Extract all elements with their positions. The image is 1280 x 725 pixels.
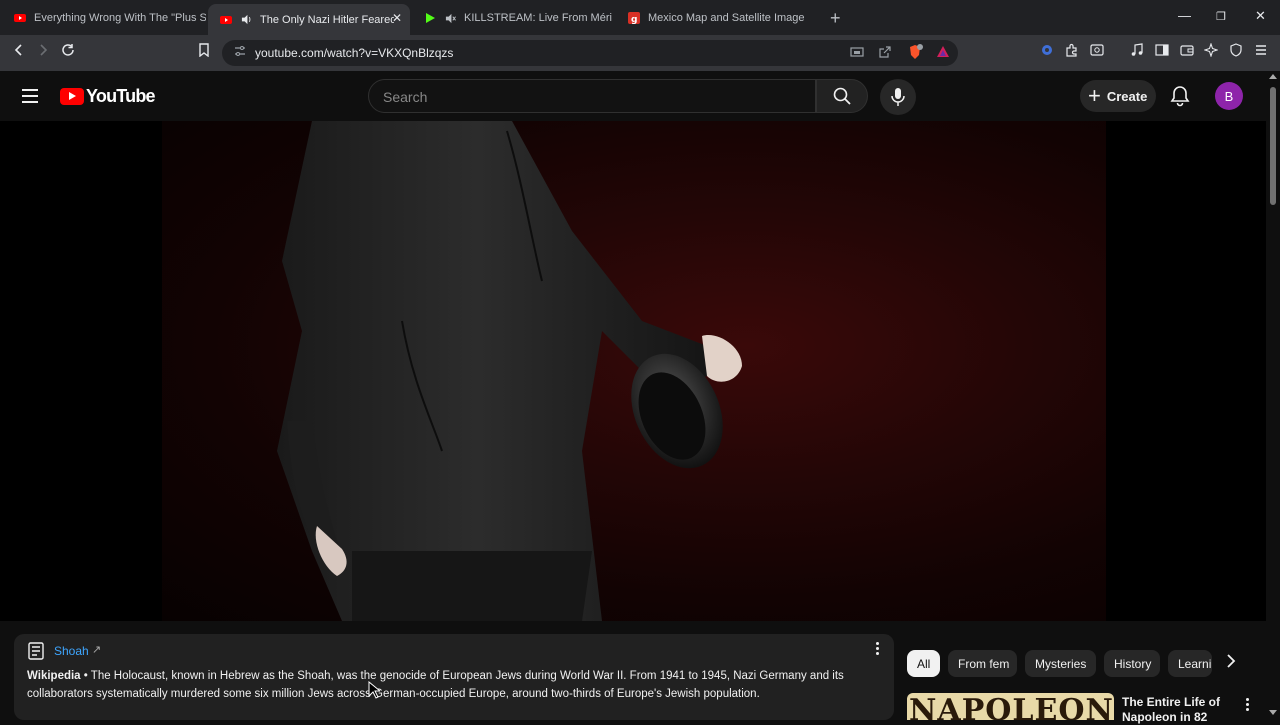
scrollbar-thumb[interactable] <box>1270 87 1276 205</box>
new-tab-icon[interactable]: + <box>830 8 841 29</box>
avatar[interactable]: B <box>1215 82 1243 110</box>
tab-mexico-map[interactable]: g Mexico Map and Satellite Image <box>616 4 820 32</box>
tab-only-nazi-hitler-feared[interactable]: The Only Nazi Hitler Feared - ✕ <box>208 4 410 35</box>
search-icon <box>833 87 851 105</box>
vpn-icon[interactable] <box>1040 43 1054 61</box>
external-link-icon[interactable]: ↗ <box>92 643 101 656</box>
document-icon <box>28 642 44 665</box>
youtube-masthead: YouTube Search + Create B <box>0 71 1280 121</box>
info-topic-link[interactable]: Shoah <box>54 644 89 658</box>
voice-search-button[interactable] <box>880 79 916 115</box>
svg-text:g: g <box>631 15 637 24</box>
forward-icon[interactable] <box>36 43 50 61</box>
scroll-up-icon[interactable] <box>1269 74 1277 79</box>
g-red-icon: g <box>628 12 640 24</box>
scroll-down-icon[interactable] <box>1269 710 1277 715</box>
tab-label: Everything Wrong With The "Plus Siz <box>34 12 206 24</box>
speaker-icon[interactable] <box>240 14 252 26</box>
chevron-right-icon[interactable] <box>1226 654 1236 673</box>
info-more-icon[interactable] <box>876 642 880 657</box>
screenshot-icon[interactable] <box>1090 43 1104 61</box>
tab-label: KILLSTREAM: Live From Mérida, M <box>464 12 612 24</box>
minimize-icon[interactable]: — <box>1178 8 1191 23</box>
site-info-icon[interactable] <box>234 45 246 60</box>
chip-history[interactable]: History <box>1104 650 1160 677</box>
video-figure-image <box>277 121 742 621</box>
youtube-icon <box>220 14 232 26</box>
youtube-play-icon <box>60 88 84 105</box>
page-scrollbar[interactable] <box>1266 71 1280 720</box>
play-green-icon <box>424 12 436 24</box>
brave-rewards-icon[interactable] <box>936 45 950 64</box>
thumbnail-text: NAPOLEON <box>909 693 1114 720</box>
tab-label: Mexico Map and Satellite Image <box>648 12 805 24</box>
search-placeholder: Search <box>383 89 428 105</box>
tab-everything-wrong[interactable]: Everything Wrong With The "Plus Siz <box>2 4 206 32</box>
search-input[interactable]: Search <box>368 79 816 113</box>
video-player[interactable] <box>0 121 1266 621</box>
browser-tab-strip: Everything Wrong With The "Plus Siz The … <box>0 0 1280 35</box>
chip-mysteries[interactable]: Mysteries <box>1025 650 1096 677</box>
youtube-logo[interactable]: YouTube <box>60 86 156 107</box>
shield-icon[interactable] <box>1229 43 1243 61</box>
media-icon[interactable] <box>1130 43 1144 61</box>
leo-ai-icon[interactable] <box>1203 42 1219 61</box>
create-button[interactable]: + Create <box>1080 80 1156 112</box>
sidebar-icon[interactable] <box>1155 43 1169 61</box>
tab-killstream[interactable]: KILLSTREAM: Live From Mérida, M <box>412 4 616 32</box>
info-text: The Holocaust, known in Hebrew as the Sh… <box>27 670 844 700</box>
close-tab-icon[interactable]: ✕ <box>392 11 402 25</box>
cast-icon[interactable] <box>850 45 864 64</box>
chip-learning[interactable]: Learni <box>1168 650 1212 677</box>
microphone-icon <box>891 88 905 106</box>
tab-label: The Only Nazi Hitler Feared - <box>260 13 394 26</box>
recommendation-title[interactable]: The Entire Life of Napoleon in 82 <box>1122 695 1232 725</box>
brave-shield-icon[interactable] <box>907 44 923 65</box>
restore-icon[interactable]: ❐ <box>1216 10 1226 23</box>
guide-menu-icon[interactable] <box>22 89 38 107</box>
video-frame <box>162 121 1106 621</box>
extensions-icon[interactable] <box>1065 43 1079 61</box>
muted-icon[interactable] <box>444 12 456 24</box>
info-separator: • <box>80 670 91 682</box>
info-panel: Shoah ↗ Wikipedia • The Holocaust, known… <box>14 634 894 720</box>
info-source: Wikipedia <box>27 670 81 682</box>
info-description: Wikipedia • The Holocaust, known in Hebr… <box>27 667 877 703</box>
chip-from-fem[interactable]: From fem <box>948 650 1017 677</box>
address-bar[interactable]: youtube.com/watch?v=VKXQnBlzqzs <box>222 40 958 66</box>
share-icon[interactable] <box>878 45 892 64</box>
recommendation-thumbnail[interactable]: NAPOLEON <box>907 693 1114 720</box>
chip-all[interactable]: All <box>907 650 940 677</box>
youtube-icon <box>14 12 26 24</box>
reload-icon[interactable] <box>61 43 75 61</box>
create-label: Create <box>1106 88 1148 104</box>
browser-toolbar: youtube.com/watch?v=VKXQnBlzqzs <box>0 35 1280 71</box>
recommendation-more-icon[interactable] <box>1246 698 1250 713</box>
window-close-icon[interactable]: ✕ <box>1255 8 1266 24</box>
mouse-cursor-icon <box>368 680 382 704</box>
back-icon[interactable] <box>12 43 26 61</box>
url-text: youtube.com/watch?v=VKXQnBlzqzs <box>255 46 454 60</box>
plus-icon: + <box>1088 83 1101 108</box>
wallet-icon[interactable] <box>1180 43 1194 61</box>
notifications-bell-icon[interactable] <box>1170 85 1192 107</box>
youtube-wordmark: YouTube <box>86 86 156 106</box>
menu-icon[interactable] <box>1254 43 1268 61</box>
search-button[interactable] <box>816 79 868 113</box>
bookmark-icon[interactable] <box>198 43 210 61</box>
